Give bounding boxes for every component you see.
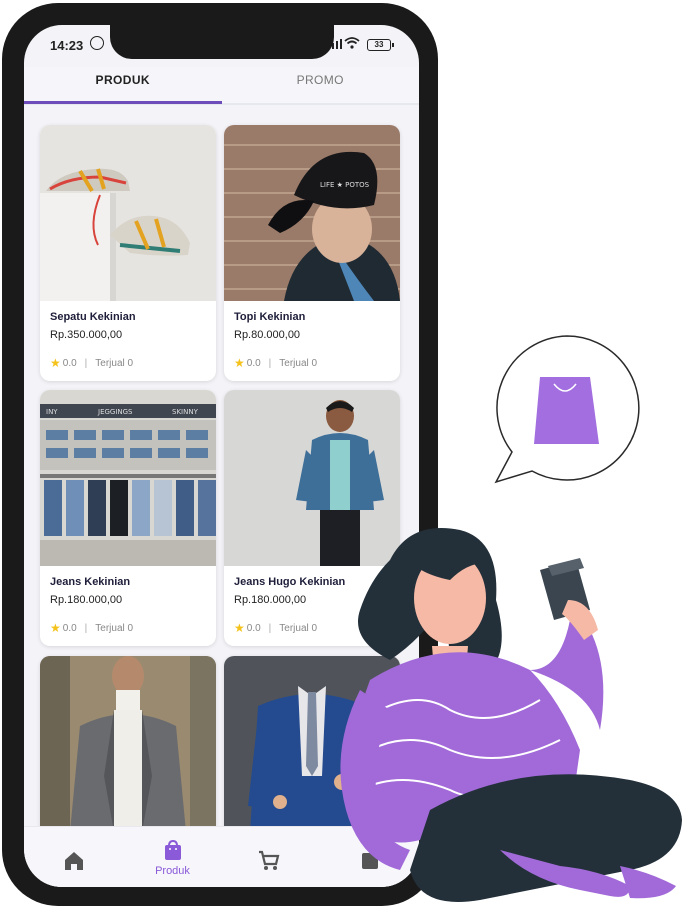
product-card[interactable]: LIFE ★ POTOS Topi Kekinian Rp.80.000,00 … — [224, 125, 400, 381]
product-card[interactable]: Sepatu Kekinian Rp.350.000,00 ★ 0.0 | Te… — [40, 125, 216, 381]
product-rating: 0.0 — [246, 357, 261, 369]
wifi-icon — [344, 37, 360, 49]
star-icon: ★ — [50, 356, 61, 370]
svg-text:JEGGINGS: JEGGINGS — [97, 408, 133, 416]
tab-indicator — [24, 101, 222, 104]
product-meta: ★ 0.0 | Terjual 0 — [50, 621, 133, 635]
svg-text:LIFE ★ POTOS: LIFE ★ POTOS — [320, 181, 370, 189]
product-image: LIFE ★ POTOS — [224, 125, 400, 301]
battery-icon: 33 — [367, 39, 394, 51]
nav-home[interactable] — [24, 827, 123, 887]
svg-text:INY: INY — [46, 408, 58, 416]
speech-bubble-illustration — [494, 335, 640, 484]
shopping-bag-icon — [534, 377, 599, 444]
status-time: 14:23 — [50, 38, 84, 53]
product-meta: ★ 0.0 | Terjual 0 — [234, 356, 317, 370]
product-image — [40, 656, 216, 832]
cart-icon — [259, 850, 280, 870]
meta-separator: | — [84, 357, 88, 369]
product-name: Jeans Kekinian — [50, 576, 131, 588]
product-price: Rp.180.000,00 — [234, 594, 307, 606]
product-sold: Terjual 0 — [95, 622, 134, 634]
shopping-bag-icon — [165, 839, 181, 860]
tab-bar: PRODUK PROMO — [24, 67, 419, 105]
tab-produk[interactable]: PRODUK — [24, 67, 222, 103]
product-meta: ★ 0.0 | Terjual 0 — [50, 356, 133, 370]
star-icon: ★ — [50, 621, 61, 635]
product-name: Topi Kekinian — [234, 311, 306, 323]
star-icon: ★ — [234, 356, 245, 370]
product-image — [40, 125, 216, 301]
product-price: Rp.80.000,00 — [234, 329, 301, 341]
alarm-icon — [90, 36, 104, 50]
svg-text:SKINNY: SKINNY — [172, 408, 199, 416]
nav-produk[interactable]: Produk — [123, 827, 222, 887]
product-rating: 0.0 — [62, 622, 77, 634]
meta-separator: | — [84, 622, 88, 634]
star-icon: ★ — [234, 621, 245, 635]
nav-produk-label: Produk — [155, 865, 190, 877]
product-price: Rp.350.000,00 — [50, 329, 123, 341]
woman-with-phone-illustration — [340, 528, 682, 902]
product-rating: 0.0 — [62, 357, 77, 369]
product-price: Rp.180.000,00 — [50, 594, 123, 606]
phone-notch — [110, 25, 334, 59]
product-rating: 0.0 — [246, 622, 261, 634]
product-image: INY JEGGINGS SKINNY — [40, 390, 216, 566]
product-name: Sepatu Kekinian — [50, 311, 136, 323]
home-icon — [65, 852, 83, 870]
product-card[interactable]: INY JEGGINGS SKINNY Jeans Kekinian Rp.18… — [40, 390, 216, 646]
meta-separator: | — [268, 622, 272, 634]
meta-separator: | — [268, 357, 272, 369]
tab-promo[interactable]: PROMO — [222, 67, 420, 103]
product-sold: Terjual 0 — [279, 357, 318, 369]
product-sold: Terjual 0 — [95, 357, 134, 369]
